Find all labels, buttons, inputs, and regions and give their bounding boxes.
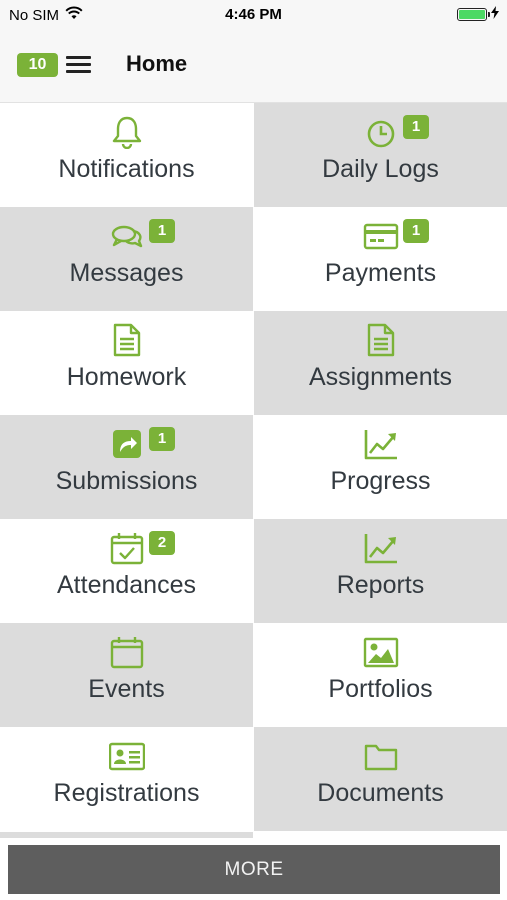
tile-messages[interactable]: 1 Messages xyxy=(0,207,253,311)
partial-next-row xyxy=(0,832,507,838)
status-time: 4:46 PM xyxy=(225,6,282,23)
tile-documents[interactable]: Documents xyxy=(254,727,507,831)
page-title: Home xyxy=(126,51,188,76)
document-icon xyxy=(363,323,399,357)
tile-attendances[interactable]: 2 Attendances xyxy=(0,519,253,623)
image-icon xyxy=(363,635,399,669)
tile-label: Progress xyxy=(330,467,431,495)
charging-bolt-icon xyxy=(491,6,499,23)
tile-label: Payments xyxy=(324,259,437,287)
tile-portfolios[interactable]: Portfolios xyxy=(254,623,507,727)
tile-label: Messages xyxy=(69,259,184,287)
battery-icon xyxy=(457,8,490,21)
tile-label: Homework xyxy=(66,363,187,391)
nav-bar: 10 Home xyxy=(0,30,507,103)
id-card-icon xyxy=(108,739,145,773)
status-right xyxy=(457,6,499,23)
tile-submissions[interactable]: 1 Submissions xyxy=(0,415,253,519)
tile-registrations[interactable]: Registrations xyxy=(0,727,253,831)
status-bar: No SIM 4:46 PM xyxy=(0,0,507,30)
tile-label: Registrations xyxy=(53,779,200,807)
tile-assignments[interactable]: Assignments xyxy=(254,311,507,415)
tile-label: Reports xyxy=(336,571,425,599)
share-arrow-icon xyxy=(109,427,145,461)
menu-count-badge[interactable]: 10 xyxy=(17,53,58,77)
document-icon xyxy=(109,323,145,357)
tile-label: Notifications xyxy=(58,155,195,183)
chat-bubbles-icon xyxy=(109,219,145,253)
more-button[interactable]: MORE xyxy=(8,845,500,894)
count-badge: 1 xyxy=(149,219,175,243)
count-badge: 1 xyxy=(403,115,429,139)
tile-label: Attendances xyxy=(57,571,196,599)
line-chart-icon xyxy=(363,531,399,565)
tile-label: Assignments xyxy=(308,363,453,391)
count-badge: 1 xyxy=(403,219,429,243)
hamburger-menu-icon[interactable] xyxy=(66,56,91,74)
line-chart-icon xyxy=(363,427,399,461)
tile-label: Documents xyxy=(317,779,444,807)
tile-label: Submissions xyxy=(55,467,198,495)
tile-payments[interactable]: 1 Payments xyxy=(254,207,507,311)
tile-label: Portfolios xyxy=(328,675,433,703)
bell-icon xyxy=(109,115,145,149)
tile-notifications[interactable]: Notifications xyxy=(0,103,253,207)
tile-reports[interactable]: Reports xyxy=(254,519,507,623)
tile-homework[interactable]: Homework xyxy=(0,311,253,415)
tile-label: Daily Logs xyxy=(322,155,439,183)
calendar-check-icon xyxy=(109,531,145,565)
count-badge: 1 xyxy=(149,427,175,451)
count-badge: 2 xyxy=(149,531,175,555)
clock-icon xyxy=(363,115,399,149)
tile-label: Events xyxy=(88,675,165,703)
home-grid: Notifications 1 Daily Logs 1 Messages 1 … xyxy=(0,103,507,835)
calendar-icon xyxy=(109,635,145,669)
tile-daily-logs[interactable]: 1 Daily Logs xyxy=(254,103,507,207)
tile-events[interactable]: Events xyxy=(0,623,253,727)
folder-icon xyxy=(363,739,399,773)
credit-card-icon xyxy=(363,219,399,253)
tile-progress[interactable]: Progress xyxy=(254,415,507,519)
